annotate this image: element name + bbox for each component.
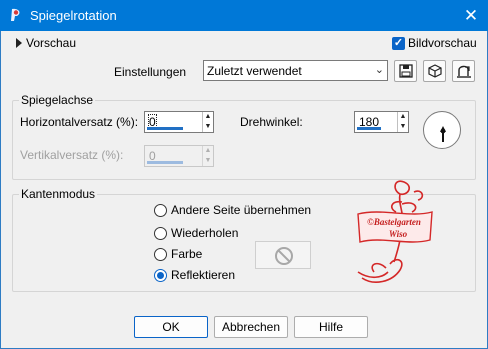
radio-other-side-label[interactable]: Andere Seite übernehmen xyxy=(171,203,311,217)
v-offset-slider xyxy=(147,161,183,164)
mirror-axis-group-label: Spiegelachse xyxy=(19,93,96,107)
help-button[interactable]: Hilfe xyxy=(294,316,368,338)
settings-value: Zuletzt verwendet xyxy=(207,64,302,78)
h-offset-slider[interactable] xyxy=(147,127,183,130)
v-offset-spinner: 0 ▲ ▼ xyxy=(144,145,214,167)
watermark-line2: Wiso xyxy=(389,229,408,239)
radio-other-side[interactable] xyxy=(154,204,167,217)
h-offset-spinner[interactable]: 0 ▲ ▼ xyxy=(144,111,214,133)
angle-spinner[interactable]: 180 ▲ ▼ xyxy=(354,111,409,133)
prohibited-icon xyxy=(275,247,293,265)
dial-needle-icon xyxy=(440,126,446,142)
settings-dropdown[interactable]: Zuletzt verwendet ⌄ xyxy=(203,60,388,81)
radio-color[interactable] xyxy=(154,248,167,261)
image-preview-checkbox[interactable]: ✓ xyxy=(392,37,405,50)
radio-repeat[interactable] xyxy=(154,227,167,240)
app-icon xyxy=(11,8,20,21)
radio-reflect[interactable] xyxy=(154,269,167,282)
save-icon xyxy=(399,64,413,78)
manage-presets-button[interactable] xyxy=(423,60,446,82)
angle-arrows[interactable]: ▲ ▼ xyxy=(397,112,408,132)
angle-dial[interactable] xyxy=(423,111,461,149)
angle-slider[interactable] xyxy=(357,127,381,130)
settings-label: Einstellungen xyxy=(114,65,187,79)
reset-preset-button[interactable] xyxy=(452,60,475,82)
watermark-line1: ©Bastelgarten xyxy=(367,217,421,227)
ok-button[interactable]: OK xyxy=(134,316,208,338)
expand-preview-icon[interactable] xyxy=(16,38,22,48)
h-offset-label: Horizontalversatz (%): xyxy=(20,115,139,129)
close-button[interactable]: ✕ xyxy=(458,3,484,29)
cancel-button[interactable]: Abbrechen xyxy=(214,316,288,338)
save-preset-button[interactable] xyxy=(394,60,417,82)
image-preview-label: Bildvorschau xyxy=(408,36,477,50)
radio-reflect-label[interactable]: Reflektieren xyxy=(171,268,235,282)
v-offset-arrows: ▲ ▼ xyxy=(202,146,213,166)
h-offset-arrows[interactable]: ▲ ▼ xyxy=(202,112,213,132)
radio-color-label[interactable]: Farbe xyxy=(171,247,202,261)
radio-repeat-label[interactable]: Wiederholen xyxy=(171,226,238,240)
edge-mode-group-label: Kantenmodus xyxy=(19,187,98,201)
watermark-flower-logo: ©Bastelgarten Wiso xyxy=(357,180,433,283)
title-bar: Spiegelrotation ✕ xyxy=(0,0,488,31)
chevron-down-icon: ⌄ xyxy=(374,64,384,76)
preview-label[interactable]: Vorschau xyxy=(26,36,76,50)
cube-icon xyxy=(428,64,442,78)
color-swatch xyxy=(255,241,311,269)
angle-label: Drehwinkel: xyxy=(240,115,303,129)
reset-icon xyxy=(457,65,471,78)
v-offset-label: Vertikalversatz (%): xyxy=(20,148,124,162)
window-title: Spiegelrotation xyxy=(30,8,117,23)
